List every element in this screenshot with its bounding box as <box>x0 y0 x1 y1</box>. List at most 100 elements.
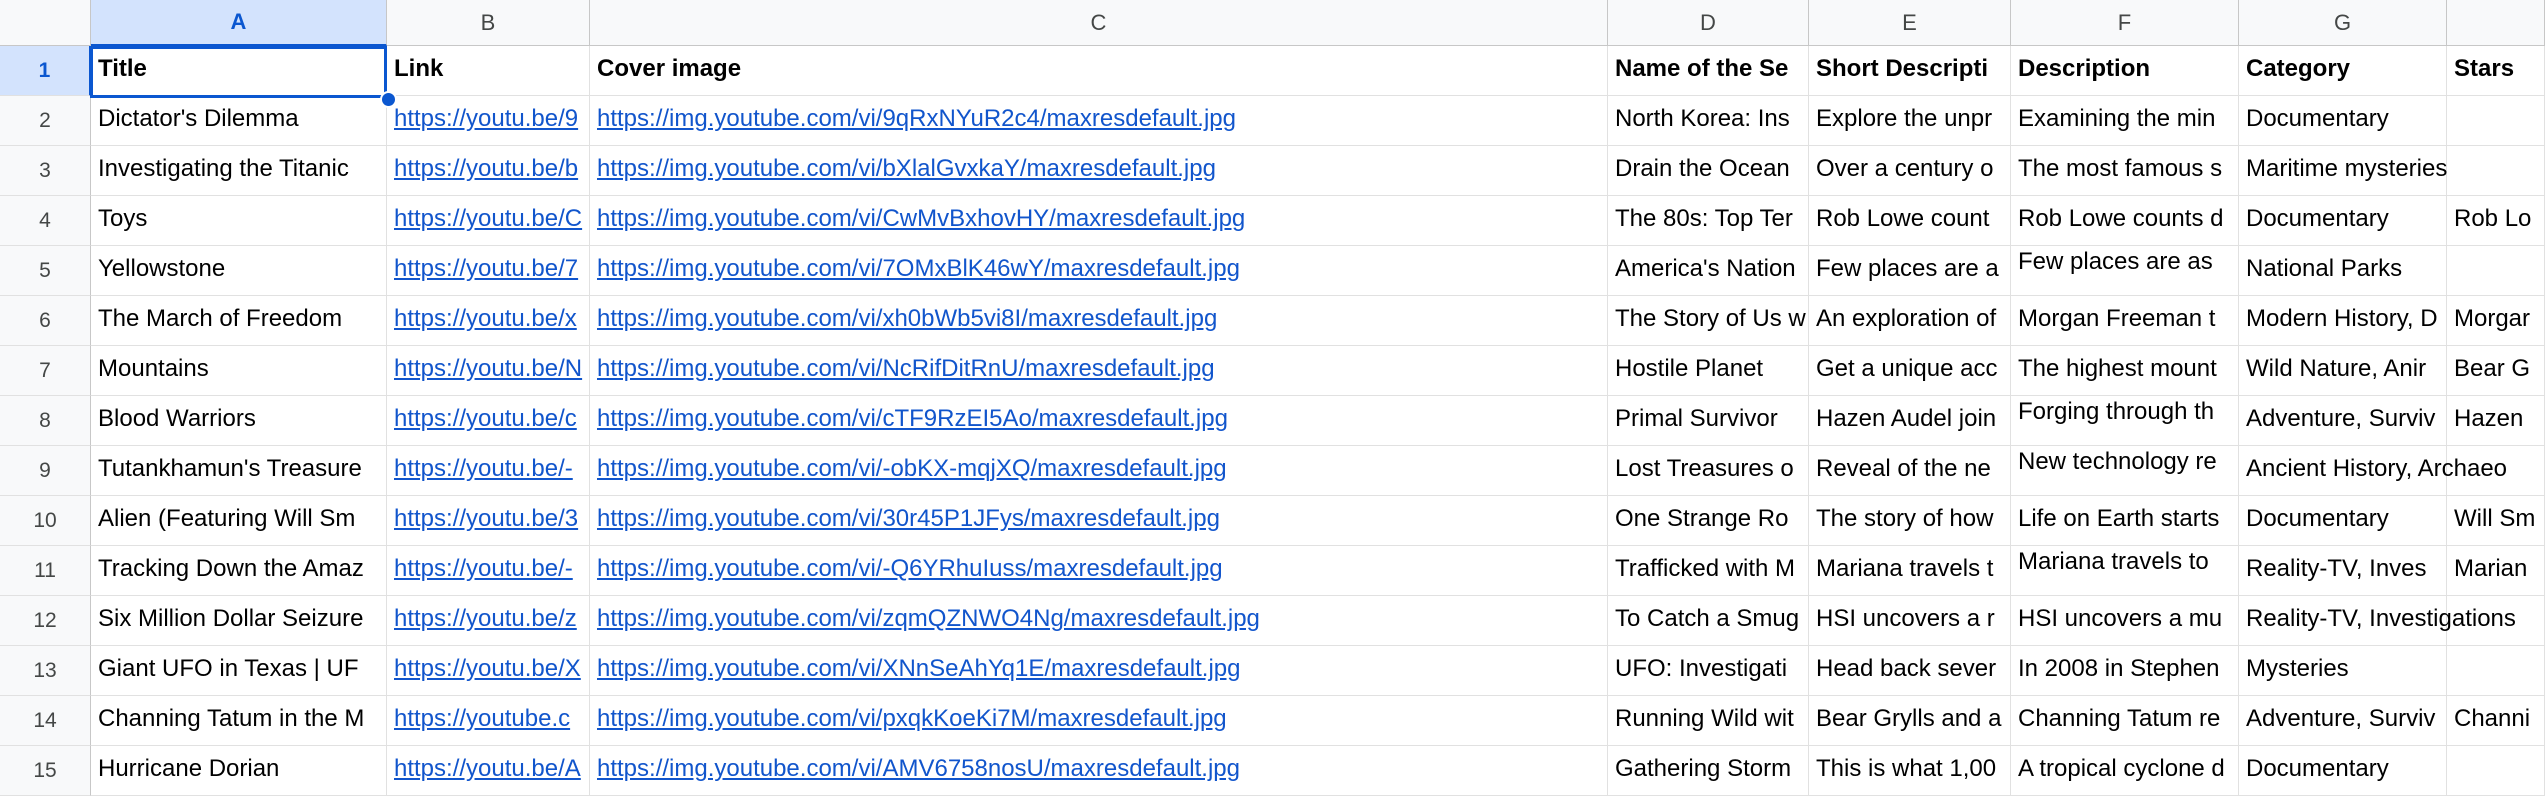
cell-g1[interactable]: Category <box>2239 46 2447 96</box>
column-header-a[interactable]: A <box>91 0 387 46</box>
cell-a11[interactable]: Tracking Down the Amaz <box>91 546 387 596</box>
fill-handle[interactable] <box>380 91 397 108</box>
cell-d10[interactable]: One Strange Ro <box>1608 496 1809 546</box>
row-header-2[interactable]: 2 <box>0 96 91 146</box>
cell-e1[interactable]: Short Descripti <box>1809 46 2011 96</box>
cell-h5[interactable] <box>2447 246 2545 296</box>
cell-b14[interactable]: https://youtube.c <box>387 696 590 746</box>
cell-d3[interactable]: Drain the Ocean <box>1608 146 1809 196</box>
column-header-g[interactable]: G <box>2239 0 2447 46</box>
cell-d2[interactable]: North Korea: Ins <box>1608 96 1809 146</box>
row-header-12[interactable]: 12 <box>0 596 91 646</box>
row-header-3[interactable]: 3 <box>0 146 91 196</box>
cell-b9[interactable]: https://youtu.be/- <box>387 446 590 496</box>
cell-a10[interactable]: Alien (Featuring Will Sm <box>91 496 387 546</box>
cell-h1[interactable]: Stars <box>2447 46 2545 96</box>
cell-d13[interactable]: UFO: Investigati <box>1608 646 1809 696</box>
cell-e9[interactable]: Reveal of the ne <box>1809 446 2011 496</box>
cell-c1[interactable]: Cover image <box>590 46 1608 96</box>
column-header-b[interactable]: B <box>387 0 590 46</box>
cell-d7[interactable]: Hostile Planet <box>1608 346 1809 396</box>
cell-h7[interactable]: Bear G <box>2447 346 2545 396</box>
cell-f4[interactable]: Rob Lowe counts d <box>2011 196 2239 246</box>
cell-b15[interactable]: https://youtu.be/A <box>387 746 590 796</box>
row-header-11[interactable]: 11 <box>0 546 91 596</box>
cell-b2[interactable]: https://youtu.be/9 <box>387 96 590 146</box>
row-header-1[interactable]: 1 <box>0 46 91 96</box>
cell-b3[interactable]: https://youtu.be/b <box>387 146 590 196</box>
cell-f14[interactable]: Channing Tatum re <box>2011 696 2239 746</box>
cell-g14[interactable]: Adventure, Surviv <box>2239 696 2447 746</box>
cell-f3[interactable]: The most famous s <box>2011 146 2239 196</box>
cell-c13[interactable]: https://img.youtube.com/vi/XNnSeAhYq1E/m… <box>590 646 1608 696</box>
cell-c4[interactable]: https://img.youtube.com/vi/CwMvBxhovHY/m… <box>590 196 1608 246</box>
cell-b10[interactable]: https://youtu.be/3 <box>387 496 590 546</box>
cell-h14[interactable]: Channi <box>2447 696 2545 746</box>
column-header-d[interactable]: D <box>1608 0 1809 46</box>
cell-c8[interactable]: https://img.youtube.com/vi/cTF9RzEI5Ao/m… <box>590 396 1608 446</box>
cell-g13[interactable]: Mysteries <box>2239 646 2447 696</box>
cell-e12[interactable]: HSI uncovers a r <box>1809 596 2011 646</box>
cell-f15[interactable]: A tropical cyclone d <box>2011 746 2239 796</box>
cell-e8[interactable]: Hazen Audel join <box>1809 396 2011 446</box>
cell-f7[interactable]: The highest mount <box>2011 346 2239 396</box>
cell-d5[interactable]: America's Nation <box>1608 246 1809 296</box>
cell-h8[interactable]: Hazen <box>2447 396 2545 446</box>
cell-h10[interactable]: Will Sm <box>2447 496 2545 546</box>
row-header-14[interactable]: 14 <box>0 696 91 746</box>
cell-e4[interactable]: Rob Lowe count <box>1809 196 2011 246</box>
cell-a5[interactable]: Yellowstone <box>91 246 387 296</box>
cell-e7[interactable]: Get a unique acc <box>1809 346 2011 396</box>
cell-b1[interactable]: Link <box>387 46 590 96</box>
column-header-e[interactable]: E <box>1809 0 2011 46</box>
cell-h2[interactable] <box>2447 96 2545 146</box>
row-header-13[interactable]: 13 <box>0 646 91 696</box>
cell-g11[interactable]: Reality-TV, Inves <box>2239 546 2447 596</box>
cell-a9[interactable]: Tutankhamun's Treasure <box>91 446 387 496</box>
column-header-f[interactable]: F <box>2011 0 2239 46</box>
cell-f8[interactable]: Forging through th <box>2011 396 2239 446</box>
cell-e14[interactable]: Bear Grylls and a <box>1809 696 2011 746</box>
cell-b7[interactable]: https://youtu.be/N <box>387 346 590 396</box>
cell-g3[interactable]: Maritime mysteries <box>2239 146 2447 196</box>
cell-f1[interactable]: Description <box>2011 46 2239 96</box>
cell-g5[interactable]: National Parks <box>2239 246 2447 296</box>
row-header-4[interactable]: 4 <box>0 196 91 246</box>
cell-c12[interactable]: https://img.youtube.com/vi/zqmQZNWO4Ng/m… <box>590 596 1608 646</box>
cell-e3[interactable]: Over a century o <box>1809 146 2011 196</box>
cell-b5[interactable]: https://youtu.be/7 <box>387 246 590 296</box>
cell-g7[interactable]: Wild Nature, Anir <box>2239 346 2447 396</box>
cell-c6[interactable]: https://img.youtube.com/vi/xh0bWb5vi8I/m… <box>590 296 1608 346</box>
cell-h13[interactable] <box>2447 646 2545 696</box>
cell-e15[interactable]: This is what 1,00 <box>1809 746 2011 796</box>
cell-e6[interactable]: An exploration of <box>1809 296 2011 346</box>
cell-f12[interactable]: HSI uncovers a mu <box>2011 596 2239 646</box>
cell-g6[interactable]: Modern History, D <box>2239 296 2447 346</box>
select-all-corner[interactable] <box>0 0 91 46</box>
row-header-7[interactable]: 7 <box>0 346 91 396</box>
row-header-5[interactable]: 5 <box>0 246 91 296</box>
cell-h11[interactable]: Marian <box>2447 546 2545 596</box>
cell-c7[interactable]: https://img.youtube.com/vi/NcRifDitRnU/m… <box>590 346 1608 396</box>
cell-c11[interactable]: https://img.youtube.com/vi/-Q6YRhuIuss/m… <box>590 546 1608 596</box>
cell-a8[interactable]: Blood Warriors <box>91 396 387 446</box>
row-header-6[interactable]: 6 <box>0 296 91 346</box>
row-header-9[interactable]: 9 <box>0 446 91 496</box>
cell-f9[interactable]: New technology re <box>2011 446 2239 496</box>
cell-a1[interactable]: Title <box>91 46 387 96</box>
column-header-h[interactable] <box>2447 0 2545 46</box>
cell-g2[interactable]: Documentary <box>2239 96 2447 146</box>
cell-d15[interactable]: Gathering Storm <box>1608 746 1809 796</box>
column-header-c[interactable]: C <box>590 0 1608 46</box>
cell-c3[interactable]: https://img.youtube.com/vi/bXlalGvxkaY/m… <box>590 146 1608 196</box>
cell-f6[interactable]: Morgan Freeman t <box>2011 296 2239 346</box>
cell-c14[interactable]: https://img.youtube.com/vi/pxqkKoeKi7M/m… <box>590 696 1608 746</box>
cell-a4[interactable]: Toys <box>91 196 387 246</box>
cell-b12[interactable]: https://youtu.be/z <box>387 596 590 646</box>
cell-d6[interactable]: The Story of Us w <box>1608 296 1809 346</box>
cell-f2[interactable]: Examining the min <box>2011 96 2239 146</box>
cell-c9[interactable]: https://img.youtube.com/vi/-obKX-mqjXQ/m… <box>590 446 1608 496</box>
cell-g9[interactable]: Ancient History, Archaeo <box>2239 446 2507 496</box>
cell-f10[interactable]: Life on Earth starts <box>2011 496 2239 546</box>
cell-g12[interactable]: Reality-TV, Investigations <box>2239 596 2516 646</box>
